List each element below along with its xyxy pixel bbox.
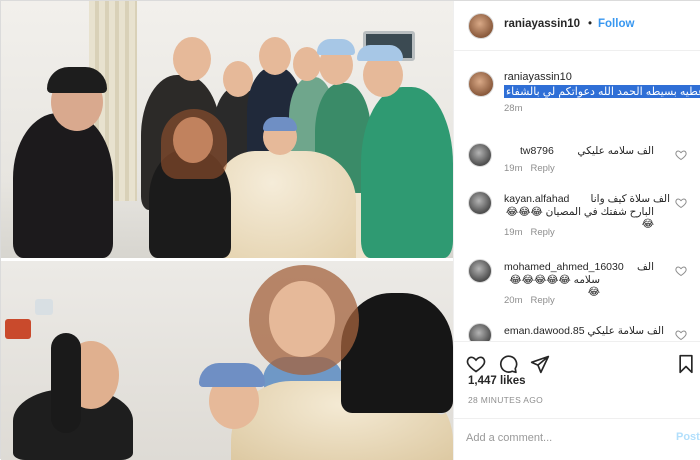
separator-dot: • [588, 18, 593, 30]
comment-avatar[interactable] [468, 323, 492, 341]
photo-person [361, 87, 453, 258]
instagram-post-window: raniayassin10 • Follow raniayassin10 عطي… [0, 0, 700, 460]
comment-item: eman.dawood.85 الف سلامة عليكي و [454, 319, 700, 341]
comment-meta: 20m Reply [504, 295, 555, 306]
post-username[interactable]: raniayassin10 [504, 18, 580, 30]
add-comment-input[interactable] [466, 429, 656, 447]
photo-surgical-cap [263, 117, 297, 131]
photo-person-head [259, 37, 291, 75]
add-comment-bar: Post [454, 418, 700, 460]
post-timestamp[interactable]: 28 MINUTES AGO [468, 395, 543, 405]
comment-username[interactable]: eman.dawood.85 [504, 325, 585, 337]
photo-person-head [269, 281, 335, 357]
photo-hair [51, 333, 81, 433]
photo-surgical-cap [357, 45, 403, 61]
comment-avatar[interactable] [468, 259, 492, 283]
photo-hair [161, 109, 227, 179]
comment-time[interactable]: 19m [504, 163, 522, 174]
comment-item: kayan.alfahad الف سلاة كيف وانا البارح ش… [454, 187, 700, 245]
comment-text: الف سلاة كيف وانا [590, 193, 670, 205]
follow-button[interactable]: Follow [598, 18, 634, 30]
comment-meta: 19m Reply [504, 227, 555, 238]
reply-button[interactable]: Reply [530, 227, 554, 238]
photo-person [13, 113, 113, 258]
photo-outlet [35, 299, 53, 315]
heart-icon[interactable] [675, 149, 687, 161]
comment-item: mohamed_ahmed_16030 الف سلامه 😂😂😂😂😂😂 20m… [454, 255, 700, 313]
share-icon[interactable] [530, 354, 550, 374]
reply-button[interactable]: Reply [530, 163, 554, 174]
caption-username[interactable]: raniayassin10 [504, 71, 572, 83]
comment-username[interactable]: tw8796 [520, 145, 554, 157]
post-comment-button[interactable]: Post [676, 431, 700, 443]
heart-icon[interactable] [675, 329, 687, 341]
photo-surgical-cap [199, 363, 265, 387]
caption-text: عطيه بسيطه الحمد الله دعواتكم لي بالشفاء [504, 85, 700, 98]
comment-avatar[interactable] [468, 143, 492, 167]
comment-meta: 19m Reply [504, 163, 555, 174]
post-caption: raniayassin10 عطيه بسيطه الحمد الله دعوا… [454, 61, 700, 119]
comment-time[interactable]: 20m [504, 295, 522, 306]
comment-text: الف سلامة عليكي و [587, 325, 664, 341]
bookmark-icon[interactable] [676, 354, 696, 374]
comment-text: الف [637, 261, 654, 273]
caption-timestamp[interactable]: 28m [504, 103, 522, 114]
photo-person-head [173, 37, 211, 81]
photo-outlet [5, 319, 31, 339]
post-sidebar: raniayassin10 • Follow raniayassin10 عطي… [453, 1, 700, 460]
photo-hat [47, 67, 107, 93]
post-header: raniayassin10 • Follow [454, 1, 700, 51]
avatar[interactable] [468, 71, 494, 97]
comment-username[interactable]: kayan.alfahad [504, 193, 569, 205]
reply-button[interactable]: Reply [530, 295, 554, 306]
post-photo[interactable] [1, 1, 453, 460]
comment-time[interactable]: 19m [504, 227, 522, 238]
avatar[interactable] [468, 13, 494, 39]
photo-blanket [216, 151, 356, 258]
like-heart-icon[interactable] [466, 354, 486, 374]
comment-username[interactable]: mohamed_ahmed_16030 [504, 261, 624, 273]
comment-icon[interactable] [498, 354, 518, 374]
heart-icon[interactable] [675, 197, 687, 209]
heart-icon[interactable] [675, 265, 687, 277]
comment-avatar[interactable] [468, 191, 492, 215]
photo-surgical-cap [317, 39, 355, 55]
likes-count[interactable]: 1,447 likes [468, 375, 526, 387]
